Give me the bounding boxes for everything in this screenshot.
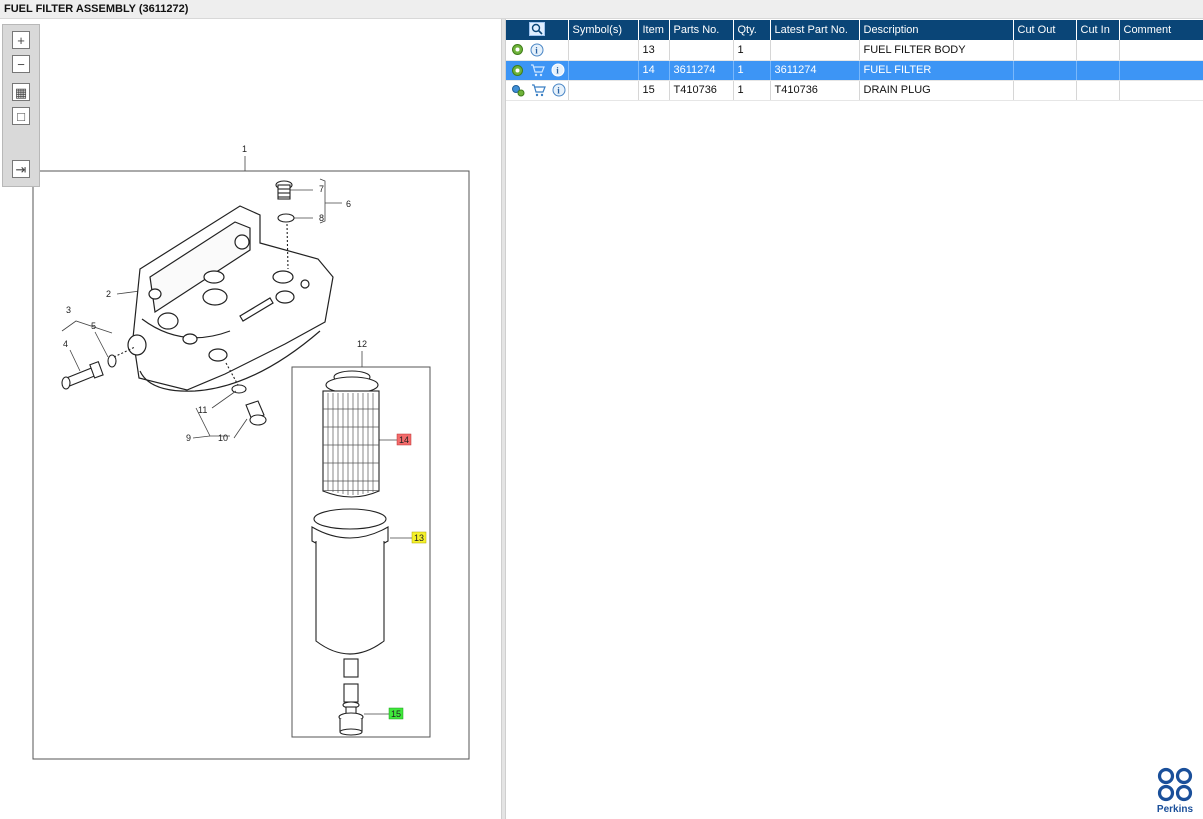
zoom-out-button[interactable]: − <box>12 55 30 73</box>
header-description[interactable]: Description <box>859 20 1014 40</box>
actual-size-button[interactable]: □ <box>12 107 30 125</box>
brand-name: Perkins <box>1156 804 1194 815</box>
cell-comment <box>1119 80 1203 101</box>
header-parts-no[interactable]: Parts No. <box>669 20 734 40</box>
cell-latest-part-no: 3611274 <box>770 60 860 81</box>
callout-10: 10 <box>218 433 228 443</box>
callout-8: 8 <box>319 213 324 223</box>
callout-1: 1 <box>242 144 247 154</box>
cell-cut-out <box>1013 60 1077 81</box>
callout-5: 5 <box>91 321 96 331</box>
callout-4: 4 <box>63 339 68 349</box>
callout-12: 12 <box>357 339 367 349</box>
info-icon[interactable]: i <box>530 43 544 57</box>
cell-item: 15 <box>638 80 670 101</box>
cell-cut-in <box>1076 80 1120 101</box>
cell-cut-in <box>1076 60 1120 81</box>
cell-description: DRAIN PLUG <box>859 80 1014 101</box>
search-column-header[interactable] <box>506 20 569 40</box>
header-qty[interactable]: Qty. <box>733 20 771 40</box>
callout-14: 14 <box>399 435 409 445</box>
perkins-logo: Perkins <box>1153 767 1197 815</box>
toggle-panel-button[interactable]: ⇥ <box>12 160 30 178</box>
cell-parts-no <box>669 40 734 61</box>
title-bar: FUEL FILTER ASSEMBLY (3611272) <box>0 0 1203 19</box>
info-icon[interactable]: i <box>552 83 566 97</box>
filter-head <box>127 205 334 392</box>
gear-icon[interactable] <box>511 64 524 77</box>
zoom-in-button[interactable]: + <box>12 31 30 49</box>
callout-6: 6 <box>346 199 351 209</box>
cell-latest-part-no: T410736 <box>770 80 860 101</box>
callout-13: 13 <box>414 533 424 543</box>
cell-qty: 1 <box>733 80 771 101</box>
table-row[interactable]: i 13 1 FUEL FILTER BODY <box>506 40 1203 61</box>
cell-latest-part-no <box>770 40 860 61</box>
callout-2: 2 <box>106 289 111 299</box>
callout-9: 9 <box>186 433 191 443</box>
cell-symbols <box>568 80 639 101</box>
header-symbols[interactable]: Symbol(s) <box>568 20 639 40</box>
row-icons: i <box>506 40 569 61</box>
header-latest-part-no[interactable]: Latest Part No. <box>770 20 860 40</box>
cell-comment <box>1119 60 1203 81</box>
cell-symbols <box>568 40 639 61</box>
row-icons: i <box>506 80 569 101</box>
drain-plug <box>338 683 364 736</box>
callout-11: 11 <box>198 405 207 415</box>
fit-all-button[interactable]: ▦ <box>12 83 30 101</box>
header-cut-in[interactable]: Cut In <box>1076 20 1120 40</box>
callout-15: 15 <box>391 709 401 719</box>
gears-icon[interactable] <box>511 84 525 97</box>
cell-description: FUEL FILTER BODY <box>859 40 1014 61</box>
cell-cut-in <box>1076 40 1120 61</box>
header-item[interactable]: Item <box>638 20 670 40</box>
zoom-toolbox: + − ▦ □ ⇥ <box>2 24 40 187</box>
callout-7: 7 <box>319 184 324 194</box>
table-row[interactable]: i 15 T410736 1 T410736 DRAIN PLUG <box>506 80 1203 101</box>
cart-icon[interactable] <box>530 63 545 77</box>
diagram-pane[interactable]: 1 2 3 4 5 6 7 8 9 10 11 12 13 14 15 + − … <box>0 19 501 819</box>
filter-element <box>322 370 380 498</box>
cart-icon[interactable] <box>531 83 546 97</box>
perkins-logo-icon <box>1157 767 1193 802</box>
parts-list-pane: Symbol(s) Item Parts No. Qty. Latest Par… <box>506 19 1203 819</box>
cell-symbols <box>568 60 639 81</box>
cell-item: 13 <box>638 40 670 61</box>
header-comment[interactable]: Comment <box>1119 20 1203 40</box>
cell-cut-out <box>1013 80 1077 101</box>
cell-cut-out <box>1013 40 1077 61</box>
parts-table: Symbol(s) Item Parts No. Qty. Latest Par… <box>506 20 1203 101</box>
assembly-title: FUEL FILTER ASSEMBLY (3611272) <box>4 3 189 15</box>
gear-icon[interactable] <box>511 43 524 56</box>
connector-fitting <box>61 346 136 390</box>
row-icons: i <box>506 60 569 81</box>
cell-parts-no: T410736 <box>669 80 734 101</box>
header-cut-out[interactable]: Cut Out <box>1013 20 1077 40</box>
search-icon[interactable] <box>528 21 545 36</box>
filter-bowl <box>311 508 389 678</box>
cell-qty: 1 <box>733 40 771 61</box>
cell-item: 14 <box>638 60 670 81</box>
cell-comment <box>1119 40 1203 61</box>
info-icon[interactable]: i <box>551 63 565 77</box>
cell-parts-no: 3611274 <box>669 60 734 81</box>
cell-description: FUEL FILTER <box>859 60 1014 81</box>
table-row-selected[interactable]: i 14 3611274 1 3611274 FUEL FILTER <box>506 60 1203 81</box>
cell-qty: 1 <box>733 60 771 81</box>
exploded-diagram[interactable]: 1 2 3 4 5 6 7 8 9 10 11 12 13 14 15 <box>0 19 501 819</box>
callout-3: 3 <box>66 305 71 315</box>
